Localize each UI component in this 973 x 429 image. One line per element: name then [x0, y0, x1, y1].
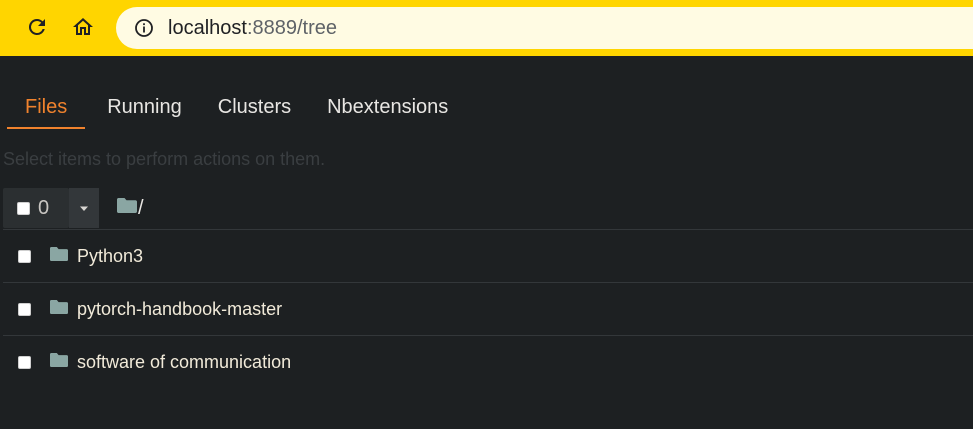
home-button[interactable]: [68, 12, 98, 42]
folder-icon: [49, 352, 69, 373]
jupyter-tree-page: Files Running Clusters Nbextensions Sele…: [0, 56, 973, 429]
tab-running[interactable]: Running: [89, 86, 200, 128]
url-host: localhost: [168, 16, 247, 39]
home-icon: [71, 15, 95, 39]
folder-icon: [116, 197, 138, 219]
tab-files[interactable]: Files: [7, 86, 86, 129]
item-name-link[interactable]: Python3: [77, 246, 143, 267]
url-text: localhost:8889/tree: [168, 17, 337, 40]
address-bar[interactable]: localhost:8889/tree: [116, 7, 973, 49]
file-toolbar: 0 /: [3, 188, 144, 228]
item-checkbox[interactable]: [18, 355, 31, 369]
item-name-link[interactable]: software of communication: [77, 352, 291, 373]
tab-clusters[interactable]: Clusters: [200, 86, 309, 128]
reload-icon: [25, 15, 49, 39]
list-item[interactable]: Python3: [3, 229, 973, 282]
info-icon[interactable]: [134, 18, 154, 38]
item-checkbox[interactable]: [18, 302, 31, 316]
tab-nbextensions[interactable]: Nbextensions: [309, 86, 466, 128]
list-item[interactable]: pytorch-handbook-master: [3, 282, 973, 335]
url-path: :8889/tree: [246, 16, 338, 39]
item-checkbox[interactable]: [18, 249, 31, 263]
select-all-control: 0: [3, 188, 69, 228]
breadcrumb: /: [116, 197, 144, 220]
list-item[interactable]: software of communication: [3, 335, 973, 388]
item-name-link[interactable]: pytorch-handbook-master: [77, 299, 282, 320]
selected-count: 0: [38, 196, 50, 219]
folder-icon: [49, 299, 69, 320]
browser-toolbar: localhost:8889/tree: [0, 0, 973, 56]
file-list: Python3 pytorch-handbook-master software…: [3, 229, 973, 388]
select-all-checkbox[interactable]: [17, 201, 30, 215]
folder-icon: [49, 246, 69, 267]
breadcrumb-root-link[interactable]: /: [138, 197, 144, 220]
tab-bar: Files Running Clusters Nbextensions: [7, 86, 466, 130]
selection-hint: Select items to perform actions on them.: [3, 149, 326, 169]
selection-dropdown-button[interactable]: [69, 188, 99, 228]
caret-down-icon: [79, 199, 89, 217]
reload-button[interactable]: [22, 12, 52, 42]
